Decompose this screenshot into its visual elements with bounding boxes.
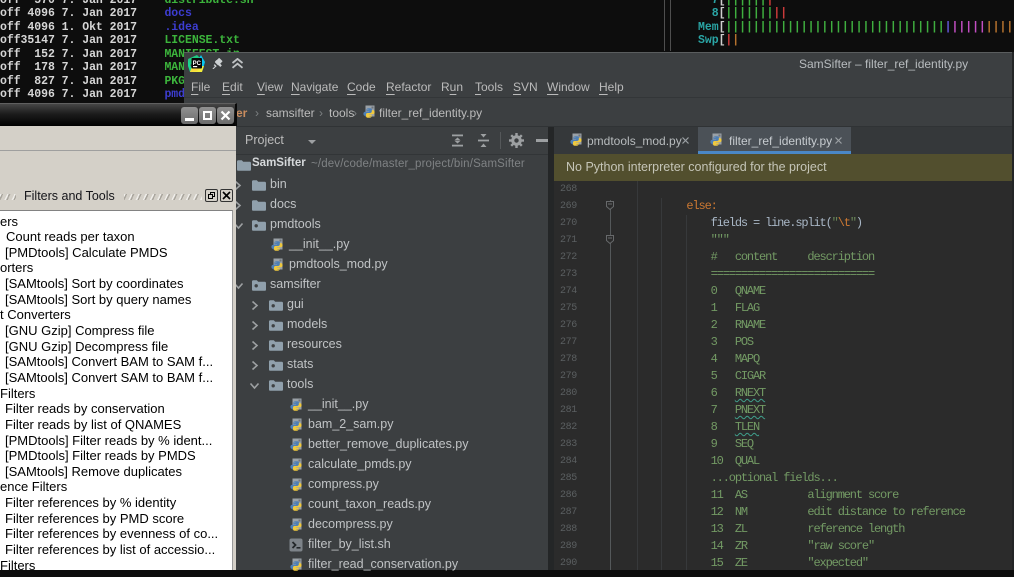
svg-text:PC: PC	[193, 61, 202, 67]
